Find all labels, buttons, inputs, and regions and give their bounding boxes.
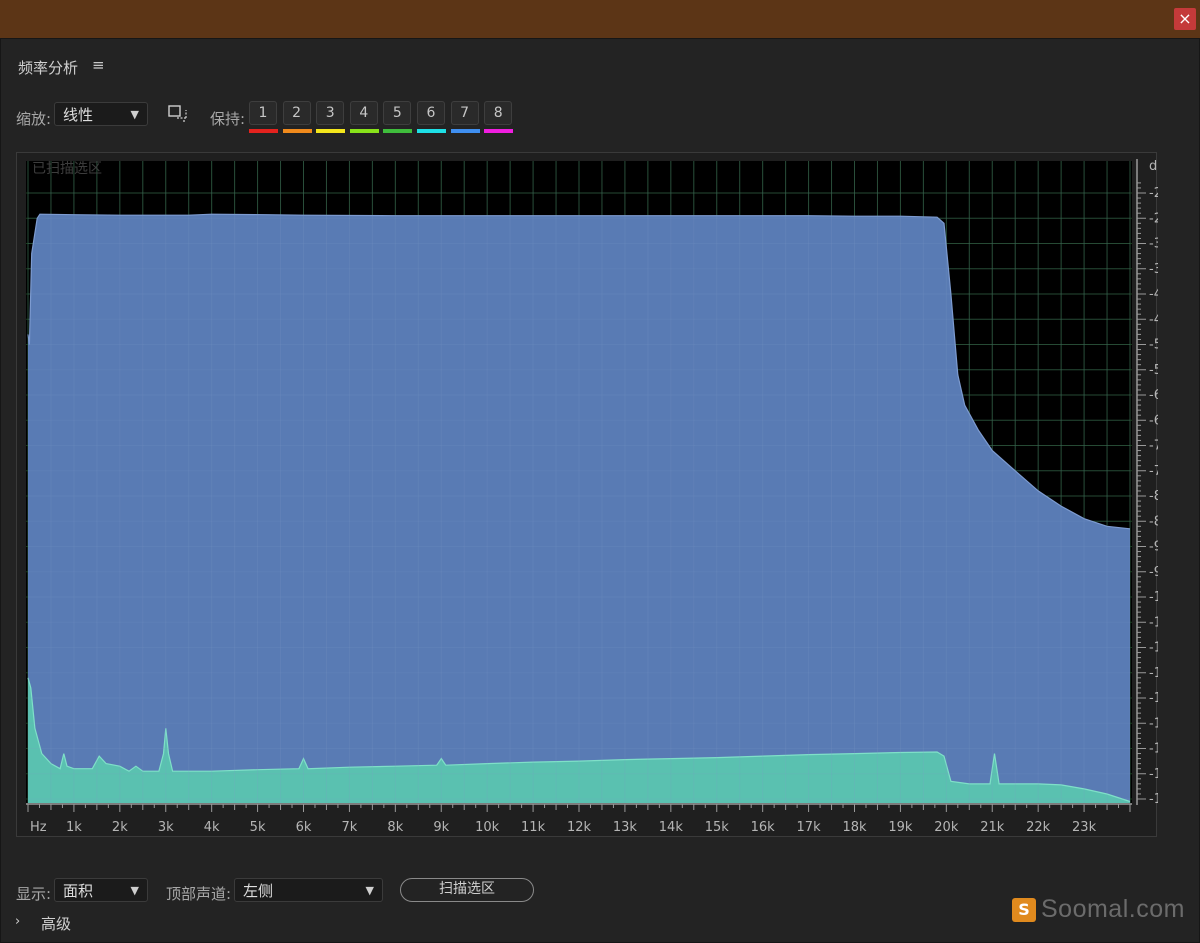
close-window-button[interactable]: ×	[1174, 8, 1196, 30]
x-tick-label: 17k	[797, 820, 822, 835]
x-tick-label: 7k	[342, 820, 358, 835]
top-channel-select[interactable]: 左侧 ▼	[234, 878, 383, 902]
y-tick-label: -75	[1149, 464, 1158, 479]
zoom-select[interactable]: 线性 ▼	[54, 102, 148, 126]
y-tick-label: -140	[1149, 792, 1158, 807]
x-tick-label: 18k	[842, 820, 867, 835]
chevron-down-icon: ▼	[130, 108, 139, 121]
y-tick-label: -100	[1149, 590, 1158, 605]
hold-color-indicator-5	[383, 129, 413, 133]
expand-advanced-icon[interactable]: ›	[15, 914, 20, 929]
y-tick-label: -40	[1149, 287, 1158, 302]
hold-color-indicator-8	[484, 129, 514, 133]
y-tick-label: -125	[1149, 716, 1158, 731]
x-tick-label: 9k	[433, 820, 449, 835]
hold-color-indicator-2	[282, 129, 312, 133]
top-channel-label: 顶部声道:	[166, 885, 232, 903]
x-tick-label: 6k	[296, 820, 312, 835]
y-tick-label: -35	[1149, 262, 1158, 277]
x-tick-label: 12k	[567, 820, 592, 835]
scan-selection-button[interactable]: 扫描选区	[400, 878, 534, 902]
hold-button-2[interactable]: 2	[282, 101, 311, 125]
y-tick-label: -80	[1149, 489, 1158, 504]
y-tick-label: -45	[1149, 312, 1158, 327]
hold-button-4[interactable]: 4	[349, 101, 378, 125]
x-tick-label: Hz	[30, 820, 47, 835]
y-tick-label: -135	[1149, 767, 1158, 782]
display-select[interactable]: 面积 ▼	[54, 878, 148, 902]
hold-button-3[interactable]: 3	[316, 101, 345, 125]
x-tick-label: 10k	[475, 820, 500, 835]
hold-label: 保持:	[210, 110, 246, 128]
x-tick-label: 3k	[158, 820, 174, 835]
y-tick-label: -85	[1149, 514, 1158, 529]
y-tick-label: -110	[1149, 641, 1158, 656]
x-tick-label: 22k	[1026, 820, 1051, 835]
window-titlebar: ×	[0, 0, 1200, 38]
hold-color-indicator-1	[249, 129, 278, 133]
x-tick-label: 20k	[934, 820, 959, 835]
hold-color-indicator-6	[417, 129, 446, 133]
y-tick-label: -120	[1149, 691, 1158, 706]
top-channel-select-value: 左侧	[243, 882, 274, 900]
y-unit-label: dB	[1149, 159, 1158, 174]
display-select-value: 面积	[63, 882, 94, 900]
display-label: 显示:	[16, 885, 52, 903]
x-tick-label: 16k	[751, 820, 776, 835]
chevron-down-icon: ▼	[130, 884, 139, 897]
y-tick-label: -115	[1149, 666, 1158, 681]
y-tick-label: -20	[1149, 186, 1158, 201]
y-tick-label: -30	[1149, 237, 1158, 252]
spectrum-svg: 已扫描选区 Hz 1k 2k 3k 4k 5k 6k 7k 8k 9k 10k 11k 12k 13k 14k…	[26, 159, 1158, 835]
hold-color-indicator-3	[316, 129, 346, 133]
y-tick-label: -130	[1149, 742, 1158, 757]
zoom-select-value: 线性	[63, 106, 94, 124]
x-tick-label: 8k	[387, 820, 403, 835]
watermark-text: Soomal.com	[1041, 895, 1185, 923]
panel-menu-icon[interactable]: ≡	[92, 56, 105, 74]
watermark-logo: S	[1012, 898, 1036, 922]
y-tick-label: -70	[1149, 439, 1158, 454]
hold-button-5[interactable]: 5	[383, 101, 412, 125]
hold-button-6[interactable]: 6	[417, 101, 445, 125]
x-tick-label: 21k	[980, 820, 1005, 835]
hold-button-1[interactable]: 1	[249, 101, 277, 125]
y-tick-label: -25	[1149, 211, 1158, 226]
y-tick-label: -50	[1149, 338, 1158, 353]
scanned-selection-label: 已扫描选区	[32, 161, 102, 177]
zoom-label: 缩放:	[16, 110, 52, 128]
spectrum-graph[interactable]: 已扫描选区 Hz 1k 2k 3k 4k 5k 6k 7k 8k 9k 10k 11k 12k 13k 14k…	[16, 152, 1158, 837]
panel-title: 频率分析	[18, 59, 79, 77]
x-tick-label: 11k	[521, 820, 546, 835]
x-tick-label: 5k	[250, 820, 266, 835]
x-tick-label: 15k	[705, 820, 730, 835]
hold-button-8[interactable]: 8	[484, 101, 513, 125]
y-tick-label: -90	[1149, 540, 1158, 555]
x-tick-label: 19k	[888, 820, 913, 835]
y-tick-label: -60	[1149, 388, 1158, 403]
y-tick-label: -65	[1149, 413, 1158, 428]
hold-color-indicator-7	[450, 129, 480, 133]
x-tick-label: 1k	[66, 820, 82, 835]
frequency-analysis-panel: 频率分析 ≡ 缩放: 线性 ▼ 保持: 12345678 已扫描选区 Hz 1k 2k…	[0, 38, 1200, 943]
x-tick-label: 23k	[1072, 820, 1097, 835]
y-tick-label: -55	[1149, 363, 1158, 378]
hold-button-7[interactable]: 7	[450, 101, 479, 125]
x-tick-label: 14k	[659, 820, 684, 835]
y-tick-label: -105	[1149, 615, 1158, 630]
x-tick-label: 2k	[112, 820, 128, 835]
zoom-to-fit-icon[interactable]	[168, 105, 188, 123]
chevron-down-icon: ▼	[365, 884, 374, 897]
y-tick-label: -95	[1149, 565, 1158, 580]
advanced-section-label[interactable]: 高级	[41, 913, 71, 934]
x-tick-label: 13k	[613, 820, 638, 835]
x-tick-label: 4k	[204, 820, 220, 835]
hold-color-indicator-4	[349, 129, 379, 133]
